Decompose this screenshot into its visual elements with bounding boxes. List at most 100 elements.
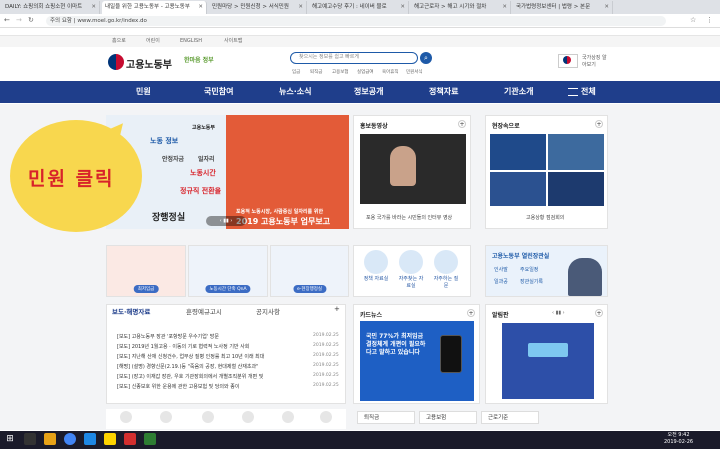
nav-policy[interactable]: 정책자료 [429,81,458,103]
sitemap-link[interactable]: 사이트맵 [224,37,242,46]
field-photo [548,172,604,206]
reload-icon[interactable]: ↻ [28,16,34,24]
video-thumbnail[interactable] [360,134,466,204]
card-title: 홍보동영상 [360,123,388,130]
plus-icon[interactable]: + [595,120,603,128]
news-row[interactable]: [보도] 신종보호 위한 운용에 관한 고용보험 및 당의와 종이 [117,383,239,390]
nav-about[interactable]: 기관소개 [504,81,533,103]
person-icon[interactable] [282,411,294,423]
circle-label[interactable]: 자주찾는 자료실 [397,276,425,290]
close-icon[interactable]: ✕ [400,1,405,14]
minister-link[interactable]: 일과공 [494,278,508,285]
person-icon[interactable] [242,411,254,423]
news-row[interactable]: [해명] (설명) 경향신문(2.19.)등 "죽음의 공장, 현대제철 산재초… [117,363,258,370]
browser-tab[interactable]: 해고근로자 > 해고 시기와 절차 ✕ [411,1,511,14]
tab-regulations[interactable]: 훈령예규고시 [186,306,222,316]
minister-link[interactable]: 장관실기록 [520,278,543,285]
home-link[interactable]: 홈으로 [112,37,126,46]
news-row[interactable]: [보도] 고용노동부 장관 '포항방문 우수기업' 방문 [117,333,219,340]
english-link[interactable]: ENGLISH [180,37,202,46]
quick-link[interactable]: 민원서식 [406,69,423,75]
work-hours-box[interactable]: 노동시간 단축 QnA [188,245,268,297]
chrome-icon[interactable] [64,433,76,445]
e-admin-box[interactable]: e-현장행정실 [270,245,349,297]
taegeuk-logo-icon[interactable] [108,54,124,70]
back-icon[interactable]: ← [4,16,10,24]
circle-label[interactable]: 정책 자료실 [362,276,390,283]
nav-participation[interactable]: 국민참여 [204,81,233,103]
promo-video-card[interactable]: 홍보동영상 + 포용 국가를 바라는 시민들의 인터뷰 영상 [353,115,471,229]
edge-icon[interactable] [84,433,96,445]
close-icon[interactable]: ✕ [198,1,203,14]
national-symbol-link[interactable]: 국가상징 알아보기 [582,55,610,69]
close-icon[interactable]: ✕ [298,1,303,14]
policy-archive-icon[interactable] [364,250,388,274]
alert-board[interactable]: 알림판 ‹ ▮▮ › + [485,304,608,404]
tab-press-release[interactable]: 보도·해명자료 [112,306,150,316]
nav-news[interactable]: 뉴스·소식 [279,81,311,103]
quick-link[interactable]: 고용보험 [332,69,349,75]
labor-standards-link[interactable]: 근로기준 [481,411,539,424]
kakaotalk-icon[interactable] [104,433,116,445]
close-icon[interactable]: ✕ [604,1,609,14]
quick-link[interactable]: 퇴직금 [310,69,322,75]
quick-link[interactable]: 육아휴직 [382,69,399,75]
slider-control[interactable]: ‹ ▮▮ › [206,216,246,226]
phone-icon [440,335,462,373]
browser-tab[interactable]: 해고예고수당 후기 : 네이버 블로 ✕ [309,1,409,14]
nav-info-disclosure[interactable]: 정보공개 [354,81,383,103]
search-icon[interactable]: ⌕ [420,52,432,64]
tab-label: 국가법령정보센터 | 법령 > 본문 [516,4,591,10]
faq-icon[interactable] [434,250,458,274]
news-row[interactable]: [보도] 2019년 1월고용 · 이동의 기로 협력적 노사정 기반 사회 [117,343,249,350]
file-explorer-icon[interactable] [44,433,56,445]
pager-control[interactable]: ‹ ▮▮ › [552,310,565,316]
close-icon[interactable]: ✕ [91,1,96,14]
quick-link[interactable]: 임금 [292,69,300,75]
nav-civil-petition[interactable]: 민원 [136,81,151,103]
plus-icon[interactable]: + [334,305,340,313]
plus-icon[interactable]: + [467,309,475,317]
card-title: 현장속으로 [492,123,520,130]
quick-link[interactable]: 실업급여 [357,69,374,75]
minister-link[interactable]: 인사말 [494,266,508,273]
kids-link[interactable]: 어린이 [146,37,160,46]
tab-label: 해고근로자 > 해고 시기와 절차 [414,4,487,10]
url-field[interactable]: 주의 요함 | www.moel.go.kr/index.do [46,16,666,26]
news-row[interactable]: [보도] (장고) 이재갑 장관, 우호 기관장회의에서 개별조직분위 개편 및 [117,373,263,380]
minister-link[interactable]: 주요일정 [520,266,538,273]
tab-notice[interactable]: 공지사항 [256,306,280,316]
person-icon[interactable] [120,411,132,423]
retirement-pay-link[interactable]: 퇴직금 [357,411,415,424]
faq-archive-icon[interactable] [399,250,423,274]
field-card[interactable]: 현장속으로 + 고용상황 점검회의 [485,115,608,229]
browser-tab[interactable]: DAILY: 쇼핑의회 쇼핑소현 이마트 ✕ [2,1,100,14]
employment-insurance-link[interactable]: 고용보험 [419,411,477,424]
search-input[interactable]: 찾으시는 정보를 쉽고 빠르게 [290,52,418,64]
menu-icon[interactable]: ⋮ [706,16,713,24]
close-icon[interactable]: ✕ [502,1,507,14]
minister-card[interactable]: 고용노동부 열린장관실 인사말 주요일정 일과공 장관실기록 [485,245,608,297]
nav-all[interactable]: 전체 [581,81,596,103]
browser-tab[interactable]: 민원마당 > 민원신청 > 서식민원 ✕ [209,1,307,14]
person-icon[interactable] [320,411,332,423]
site-logo[interactable]: 고용노동부 [126,56,172,71]
hamburger-icon[interactable] [568,88,578,96]
taskbar-clock[interactable]: 오전 9:42 2019-02-26 [664,432,693,446]
browser-tab-active[interactable]: 내일을 위한 고용노동부 - 고용노동부 ✕ [102,1,207,14]
star-icon[interactable]: ☆ [690,16,696,24]
forward-icon[interactable]: → [16,16,22,24]
app-icon[interactable] [124,433,136,445]
plus-icon[interactable]: + [595,309,603,317]
app-icon[interactable] [144,433,156,445]
circle-label[interactable]: 자주하는 질문 [432,276,460,290]
windows-start-icon[interactable]: ⊞ [4,433,16,445]
news-row[interactable]: [보도] 지난해 산재 신청건수, 업무상 질병 인정률 최고 10년 이래 최… [117,353,264,360]
browser-tab[interactable]: 국가법령정보센터 | 법령 > 본문 ✕ [513,1,613,14]
person-icon[interactable] [160,411,172,423]
plus-icon[interactable]: + [458,120,466,128]
card-news-panel[interactable]: 카드뉴스 + 국민 77%가 최저임금 결정체계 개편이 필요하다고 말하고 있… [353,304,480,404]
search-taskbar-icon[interactable] [24,433,36,445]
person-icon[interactable] [202,411,214,423]
min-wage-box[interactable]: 최저임금 [106,245,186,297]
